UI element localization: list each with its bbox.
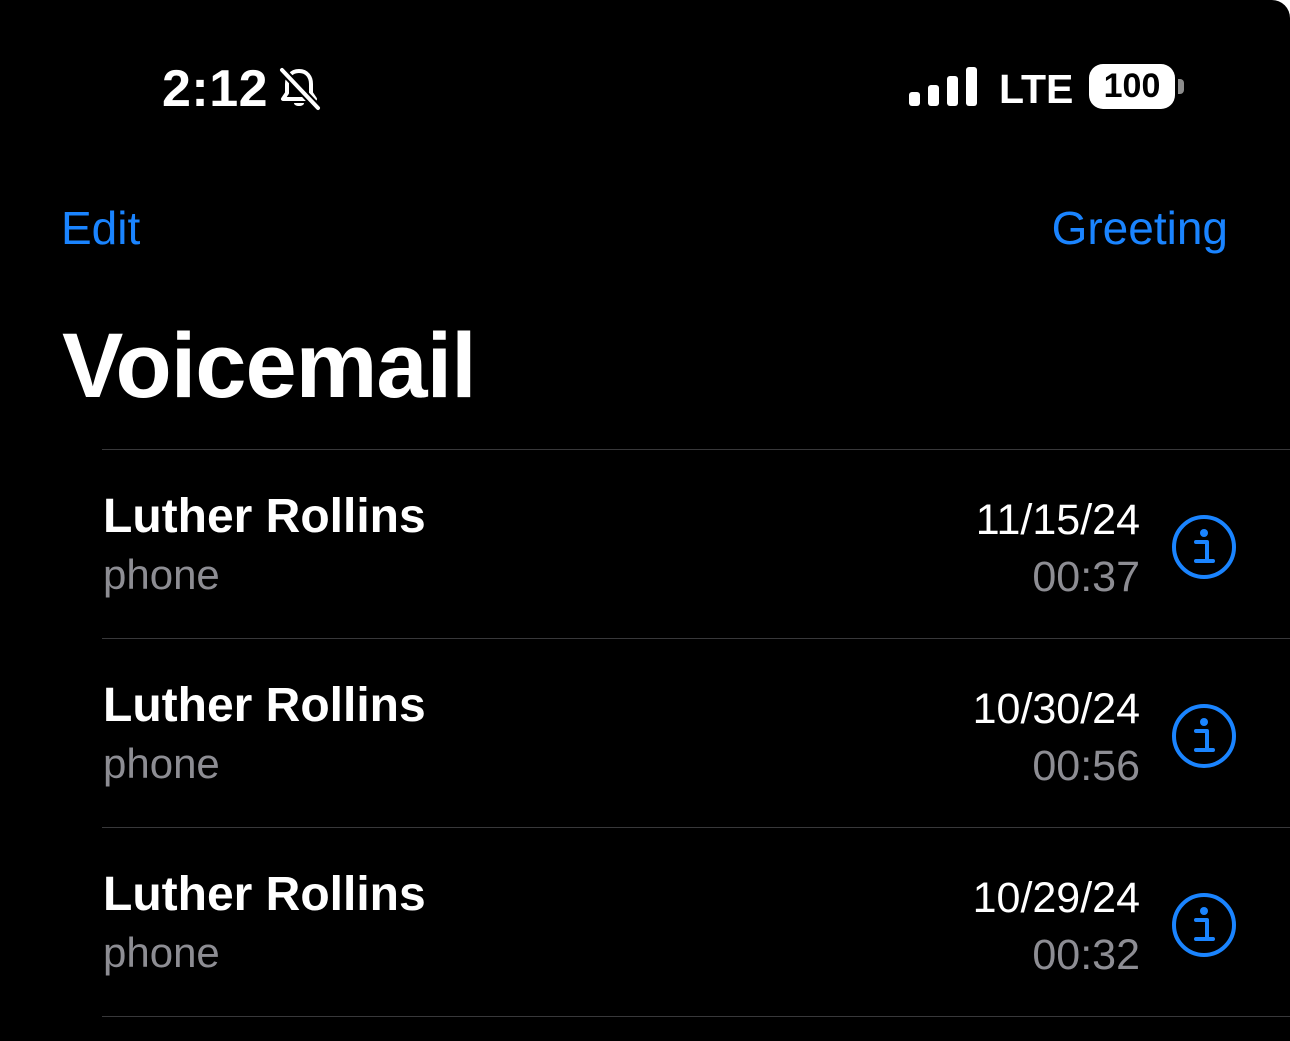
voicemail-row[interactable]: Luther Rollins phone 10/29/24 00:32 <box>102 827 1290 1017</box>
bell-slash-icon <box>278 66 322 112</box>
voicemail-duration: 00:37 <box>1032 553 1140 601</box>
voicemail-row[interactable]: Luther Rollins phone 11/15/24 00:37 <box>102 449 1290 638</box>
caller-label: phone <box>103 929 220 976</box>
voicemail-row[interactable]: Luther Rollins phone 10/30/24 00:56 <box>102 638 1290 827</box>
phone-screen: 2:12 LTE 100 Edit Greeting Voicemail Lut… <box>0 0 1290 1041</box>
caller-name: Luther Rollins <box>103 679 426 732</box>
caller-name: Luther Rollins <box>103 868 426 921</box>
page-title: Voicemail <box>62 315 477 417</box>
battery-indicator: 100 <box>1089 64 1175 109</box>
greeting-button[interactable]: Greeting <box>1052 200 1228 256</box>
info-icon[interactable] <box>1171 892 1237 958</box>
voicemail-date: 11/15/24 <box>975 496 1140 544</box>
status-time: 2:12 <box>162 60 269 118</box>
voicemail-duration: 00:56 <box>1032 742 1140 790</box>
caller-name: Luther Rollins <box>103 490 426 543</box>
info-icon[interactable] <box>1171 514 1237 580</box>
voicemail-list: Luther Rollins phone 11/15/24 00:37 Luth… <box>0 449 1290 1017</box>
caller-label: phone <box>103 740 220 787</box>
voicemail-date: 10/29/24 <box>972 874 1140 922</box>
network-type-label: LTE <box>999 66 1074 112</box>
edit-button[interactable]: Edit <box>61 200 140 256</box>
battery-tip <box>1178 79 1184 94</box>
caller-label: phone <box>103 551 220 598</box>
voicemail-date: 10/30/24 <box>972 685 1140 733</box>
info-icon[interactable] <box>1171 703 1237 769</box>
cellular-signal-icon <box>909 67 977 106</box>
voicemail-duration: 00:32 <box>1032 931 1140 979</box>
